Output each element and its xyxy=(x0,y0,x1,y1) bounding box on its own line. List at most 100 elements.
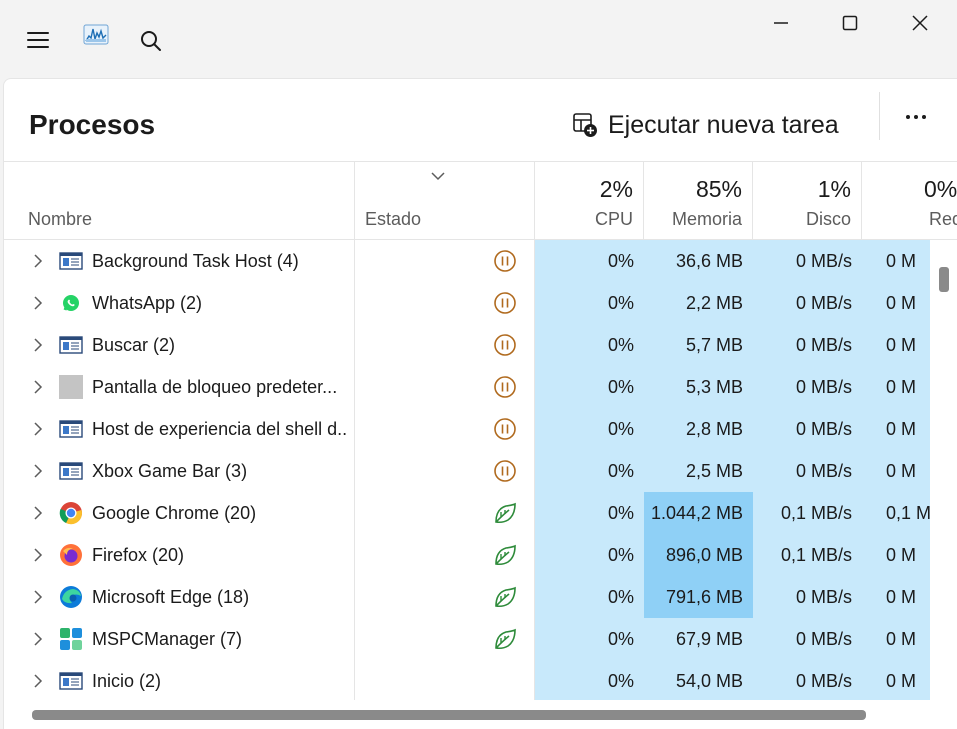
column-header-network[interactable]: 0% Red xyxy=(862,162,957,240)
app-window-icon xyxy=(59,249,83,273)
suspended-pause-icon xyxy=(493,417,517,441)
table-row[interactable]: Background Task Host (4) 0% 36,6 MB 0 MB/s 0… xyxy=(4,240,957,282)
cpu-cell: 0% xyxy=(535,450,644,492)
chevron-right-icon[interactable] xyxy=(31,337,45,353)
process-name: Xbox Game Bar (3) xyxy=(92,461,248,481)
chevron-right-icon[interactable] xyxy=(31,253,45,269)
cpu-cell: 0% xyxy=(535,366,644,408)
column-header-status[interactable]: Estado xyxy=(355,162,535,240)
efficiency-leaf-icon xyxy=(493,543,517,567)
chevron-right-icon[interactable] xyxy=(31,379,45,395)
whatsapp-icon xyxy=(59,291,83,315)
close-button[interactable] xyxy=(885,0,955,46)
memory-cell: 791,6 MB xyxy=(644,576,753,618)
more-options-icon[interactable] xyxy=(900,109,932,125)
memory-cell: 5,7 MB xyxy=(644,324,753,366)
process-name: Host de experiencia del shell d... xyxy=(92,419,348,439)
chevron-right-icon[interactable] xyxy=(31,589,45,605)
app-window-icon xyxy=(59,459,83,483)
toolbar-divider xyxy=(879,92,880,140)
process-name: Google Chrome (20) xyxy=(92,503,257,523)
hamburger-menu-icon[interactable] xyxy=(24,28,52,52)
cpu-cell: 0% xyxy=(535,618,644,660)
chevron-right-icon[interactable] xyxy=(31,505,45,521)
app-window-icon xyxy=(59,333,83,357)
vertical-scrollbar[interactable] xyxy=(930,240,957,700)
cpu-cell: 0% xyxy=(535,492,644,534)
run-new-task-button[interactable]: Ejecutar nueva tarea xyxy=(572,107,839,143)
column-label-disk: Disco xyxy=(805,209,851,229)
firefox-icon xyxy=(59,543,83,567)
table-row[interactable]: Host de experiencia del shell d... 0% 2,8 … xyxy=(4,408,957,450)
table-row[interactable]: Pantalla de bloqueo predeter... 0% 5,3 MB 0… xyxy=(4,366,957,408)
process-name: Pantalla de bloqueo predeter... xyxy=(92,377,338,397)
chevron-right-icon[interactable] xyxy=(31,673,45,689)
horizontal-scrollbar-thumb[interactable] xyxy=(32,710,866,720)
table-row[interactable]: Xbox Game Bar (3) 0% 2,5 MB 0 MB/s 0 M xyxy=(4,450,957,492)
chevron-right-icon[interactable] xyxy=(31,295,45,311)
process-name: Inicio (2) xyxy=(92,671,162,691)
disk-cell: 0 MB/s xyxy=(753,450,862,492)
table-row[interactable]: Google Chrome (20) 0% 1.044,2 MB 0,1 MB/s 0,… xyxy=(4,492,957,534)
title-bar xyxy=(0,0,957,78)
suspended-pause-icon xyxy=(493,333,517,357)
disk-cell: 0 MB/s xyxy=(753,660,862,702)
disk-total-percent: 1% xyxy=(817,176,851,202)
column-header-cpu[interactable]: 2% CPU xyxy=(535,162,644,240)
column-header-disk[interactable]: 1% Disco xyxy=(753,162,862,240)
table-row[interactable]: Microsoft Edge (18) 0% 791,6 MB 0 MB/s 0 M xyxy=(4,576,957,618)
column-label-network: Red xyxy=(929,209,957,229)
disk-cell: 0,1 MB/s xyxy=(753,534,862,576)
run-task-icon xyxy=(573,113,597,137)
memory-cell: 2,2 MB xyxy=(644,282,753,324)
network-cell: 0 M xyxy=(862,576,930,618)
chevron-right-icon[interactable] xyxy=(31,421,45,437)
process-name-cell: Buscar (2) xyxy=(4,324,355,366)
horizontal-scrollbar[interactable] xyxy=(4,700,957,729)
network-cell: 0 M xyxy=(862,408,930,450)
maximize-button[interactable] xyxy=(815,0,885,46)
column-header-memory[interactable]: 85% Memoria xyxy=(644,162,753,240)
process-name: Background Task Host (4) xyxy=(92,251,299,271)
memory-cell: 5,3 MB xyxy=(644,366,753,408)
table-row[interactable]: Firefox (20) 0% 896,0 MB 0,1 MB/s 0 M xyxy=(4,534,957,576)
network-cell: 0 M xyxy=(862,450,930,492)
process-status-cell xyxy=(355,450,535,492)
minimize-button[interactable] xyxy=(746,0,816,46)
process-name: Firefox (20) xyxy=(92,545,185,565)
table-row[interactable]: Inicio (2) 0% 54,0 MB 0 MB/s 0 M xyxy=(4,660,957,702)
chevron-right-icon[interactable] xyxy=(31,547,45,563)
vertical-scrollbar-thumb[interactable] xyxy=(939,267,949,292)
process-name-cell: Microsoft Edge (18) xyxy=(4,576,355,618)
process-status-cell xyxy=(355,618,535,660)
table-row[interactable]: WhatsApp (2) 0% 2,2 MB 0 MB/s 0 M xyxy=(4,282,957,324)
process-name-cell: Inicio (2) xyxy=(4,660,355,702)
disk-cell: 0 MB/s xyxy=(753,576,862,618)
network-cell: 0 M xyxy=(862,660,930,702)
chevron-right-icon[interactable] xyxy=(31,463,45,479)
network-cell: 0,1 M xyxy=(862,492,930,534)
app-window-icon xyxy=(59,417,83,441)
close-icon xyxy=(912,15,928,31)
process-status-cell xyxy=(355,492,535,534)
table-row[interactable]: MSPCManager (7) 0% 67,9 MB 0 MB/s 0 M xyxy=(4,618,957,660)
mspcmanager-icon xyxy=(59,627,83,651)
disk-cell: 0 MB/s xyxy=(753,282,862,324)
suspended-pause-icon xyxy=(493,375,517,399)
process-name: Microsoft Edge (18) xyxy=(92,587,250,607)
table-row[interactable]: Buscar (2) 0% 5,7 MB 0 MB/s 0 M xyxy=(4,324,957,366)
search-icon[interactable] xyxy=(138,28,164,54)
memory-cell: 1.044,2 MB xyxy=(644,492,753,534)
process-name: MSPCManager (7) xyxy=(92,629,243,649)
efficiency-leaf-icon xyxy=(493,585,517,609)
column-header-name[interactable]: Nombre xyxy=(4,162,355,240)
chevron-right-icon[interactable] xyxy=(31,631,45,647)
network-cell: 0 M xyxy=(862,282,930,324)
run-task-label: Ejecutar nueva tarea xyxy=(608,110,839,139)
efficiency-leaf-icon xyxy=(493,627,517,651)
process-name: WhatsApp (2) xyxy=(92,293,203,313)
suspended-pause-icon xyxy=(493,291,517,315)
gray-square-icon xyxy=(59,375,83,399)
memory-cell: 36,6 MB xyxy=(644,240,753,282)
process-status-cell xyxy=(355,240,535,282)
